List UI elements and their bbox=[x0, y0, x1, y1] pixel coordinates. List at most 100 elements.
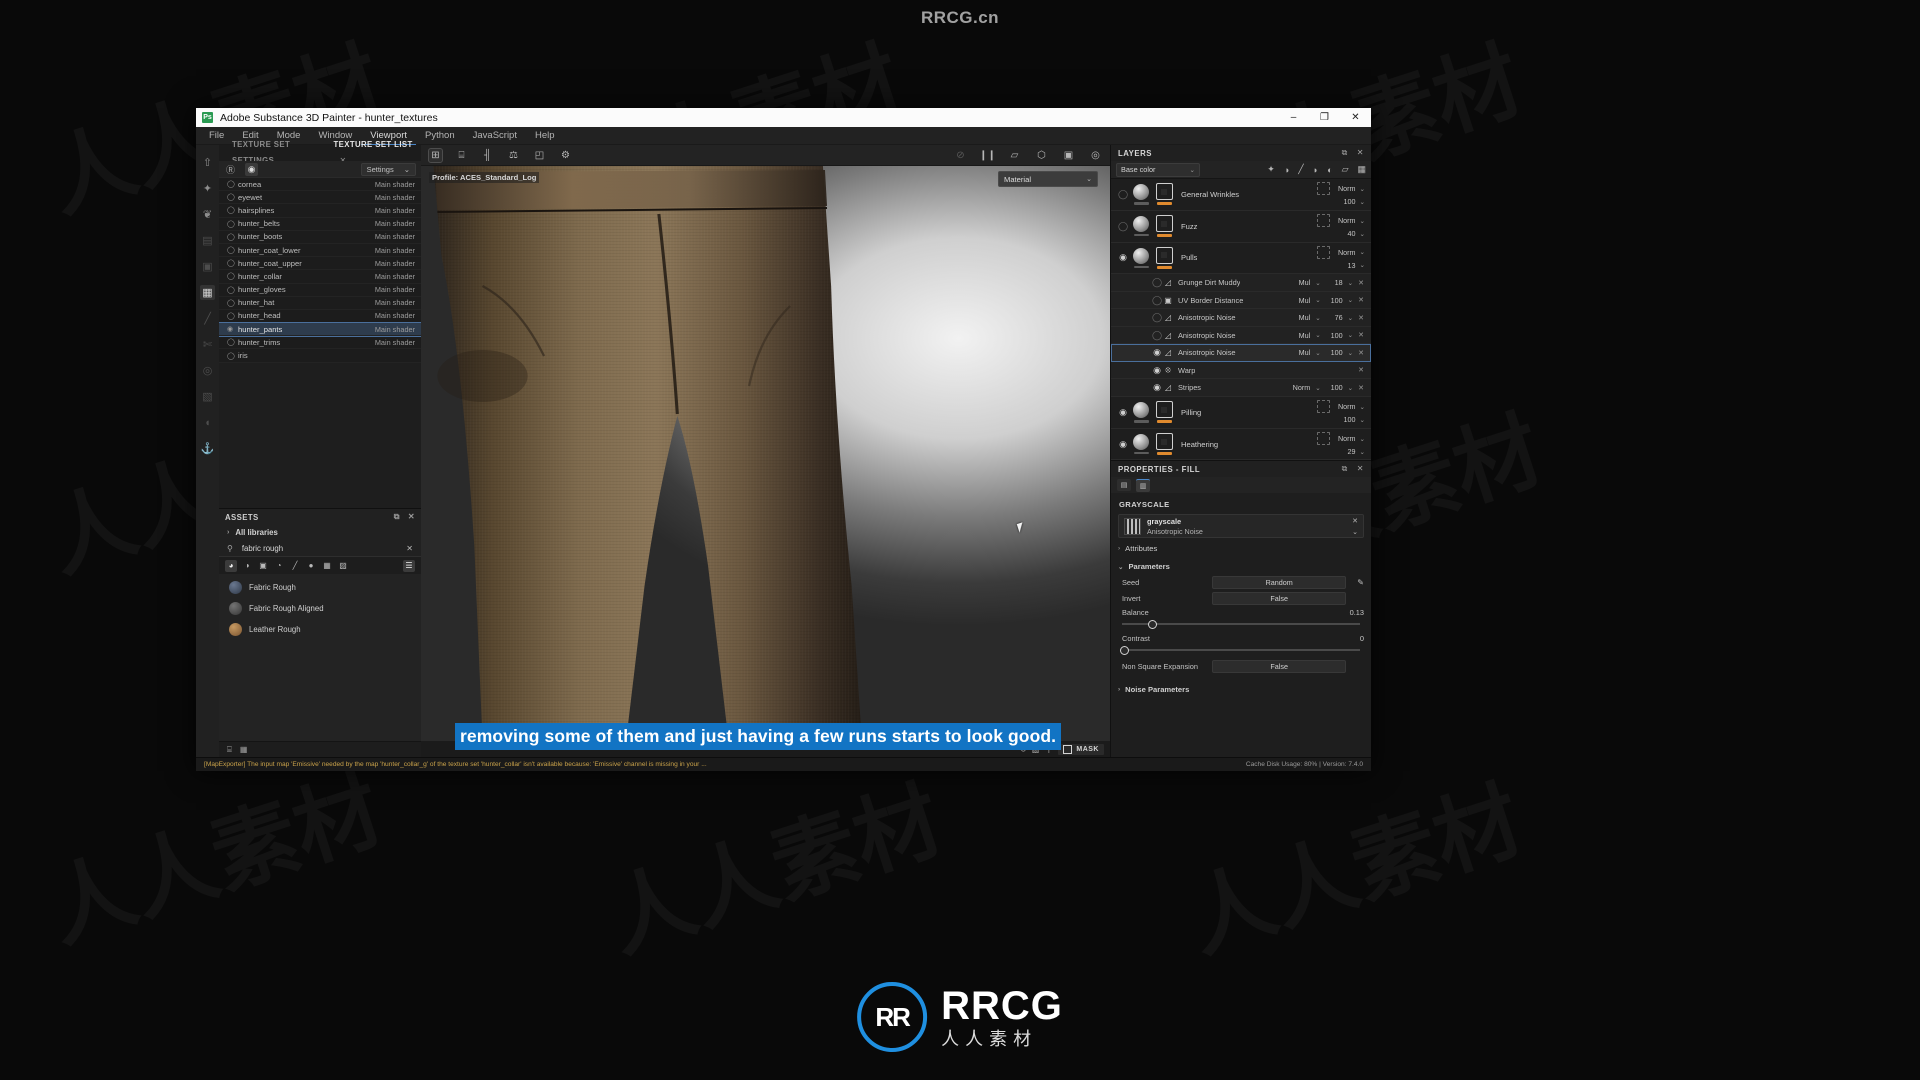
blend-mode[interactable]: Norm bbox=[1338, 216, 1356, 225]
layer-row[interactable]: ◉ Heathering Norm ⌄ 29 ⌄ bbox=[1111, 429, 1371, 461]
menu-help[interactable]: Help bbox=[526, 127, 564, 144]
filter-environments-icon[interactable]: ▨ bbox=[337, 560, 349, 572]
layer-opacity[interactable]: 29 bbox=[1339, 447, 1356, 456]
effect-row[interactable]: ◯ ◿ Anisotropic Noise Mul ⌄ 76 ⌄ ✕ bbox=[1111, 309, 1371, 327]
effect-opacity[interactable]: 100 bbox=[1326, 348, 1343, 357]
visibility-icon[interactable]: ◯ bbox=[227, 259, 236, 267]
smudge-icon[interactable]: ◖ bbox=[200, 415, 215, 430]
float-icon[interactable]: ⧉ bbox=[394, 512, 400, 522]
settings-gear-icon[interactable]: ⚙ bbox=[559, 149, 572, 162]
filter-smart-masks-icon[interactable]: ◔ bbox=[273, 560, 285, 572]
table-row[interactable]: ◯ eyewet Main shader bbox=[219, 191, 421, 205]
shelf-icon[interactable]: ▦ bbox=[200, 285, 215, 300]
blend-mode[interactable]: Mul bbox=[1299, 278, 1311, 287]
list-item[interactable]: Fabric Rough Aligned bbox=[219, 598, 421, 619]
visibility-icon[interactable]: ◉ bbox=[1117, 407, 1129, 418]
smart-material-icon[interactable]: ❦ bbox=[200, 207, 215, 222]
visibility-icon[interactable]: ◯ bbox=[227, 220, 236, 228]
close-button[interactable]: ✕ bbox=[1340, 108, 1371, 127]
paint-brush-icon[interactable]: ╱ bbox=[200, 311, 215, 326]
clear-resource-icon[interactable]: ✕ bbox=[1352, 517, 1358, 525]
material-properties-tab[interactable]: ▤ bbox=[1117, 479, 1131, 492]
blend-mode[interactable]: Mul bbox=[1299, 331, 1311, 340]
filter-alphas-icon[interactable]: ● bbox=[305, 560, 317, 572]
remove-effect-icon[interactable]: ✕ bbox=[1358, 279, 1364, 287]
effect-row[interactable]: ◉ ⦻ Warp ✕ bbox=[1111, 361, 1371, 380]
shading-icon[interactable]: ⬡ bbox=[1035, 149, 1048, 162]
search-input[interactable] bbox=[239, 542, 400, 554]
table-row[interactable]: ◯ iris bbox=[219, 349, 421, 363]
table-row[interactable]: ◯ hunter_hat Main shader bbox=[219, 297, 421, 310]
visibility-icon[interactable]: ◯ bbox=[1151, 312, 1163, 323]
visibility-icon[interactable]: ◯ bbox=[1151, 277, 1163, 288]
chevron-down-icon[interactable]: ⌄ bbox=[1352, 528, 1358, 536]
projection-icon[interactable]: ◎ bbox=[200, 363, 215, 378]
balance-slider[interactable] bbox=[1122, 620, 1360, 630]
effect-row[interactable]: ◯ ◿ Grunge Dirt Muddy Mul ⌄ 18 ⌄ ✕ bbox=[1111, 274, 1371, 292]
table-row[interactable]: ◯ hunter_collar Main shader bbox=[219, 270, 421, 284]
parameters-accordion[interactable]: ⌄ Parameters bbox=[1111, 556, 1371, 574]
remove-effect-icon[interactable]: ✕ bbox=[1358, 314, 1364, 322]
visibility-icon[interactable]: ◯ bbox=[227, 338, 236, 346]
add-paint-layer-icon[interactable]: ╱ bbox=[1298, 164, 1303, 175]
table-row[interactable]: ◯ hunter_gloves Main shader bbox=[219, 284, 421, 297]
view-toggle-icon[interactable]: ☰ bbox=[403, 559, 415, 572]
pause-engine-icon[interactable]: ❙❙ bbox=[979, 149, 996, 162]
delete-layer-icon[interactable]: ▦ bbox=[1357, 164, 1366, 175]
visibility-icon[interactable]: ◯ bbox=[227, 193, 236, 201]
remove-effect-icon[interactable]: ✕ bbox=[1358, 296, 1364, 304]
effect-opacity[interactable]: 100 bbox=[1326, 331, 1343, 340]
layer-row[interactable]: ◯ General Wrinkles Norm ⌄ 100 ⌄ bbox=[1111, 179, 1371, 211]
table-row[interactable]: ◯ hunter_belts Main shader bbox=[219, 218, 421, 231]
table-row[interactable]: ◯ hunter_boots Main shader bbox=[219, 231, 421, 244]
layer-opacity[interactable]: 13 bbox=[1339, 261, 1356, 270]
visibility-icon[interactable]: ◉ bbox=[1151, 347, 1163, 358]
invert-toggle-button[interactable]: False bbox=[1212, 592, 1347, 606]
slider-knob[interactable] bbox=[1119, 646, 1129, 656]
visibility-icon[interactable]: ◯ bbox=[227, 352, 236, 360]
effect-row-selected[interactable]: ◉ ◿ Anisotropic Noise Mul ⌄ 100 ⌄ ✕ bbox=[1111, 344, 1371, 362]
float-icon[interactable]: ⧉ bbox=[1342, 148, 1348, 158]
remove-effect-icon[interactable]: ✕ bbox=[1358, 384, 1364, 392]
contrast-slider[interactable] bbox=[1119, 646, 1360, 656]
remove-effect-icon[interactable]: ✕ bbox=[1358, 349, 1364, 357]
clear-search-icon[interactable]: ✕ bbox=[406, 544, 413, 553]
filter-materials-icon[interactable]: ◕ bbox=[225, 559, 237, 572]
edit-pencil-icon[interactable]: ✎ bbox=[1357, 578, 1364, 587]
visibility-icon[interactable]: ◯ bbox=[1151, 330, 1163, 341]
slider-knob[interactable] bbox=[1148, 620, 1158, 630]
export-icon[interactable]: ⇧ bbox=[200, 155, 215, 170]
perspective-camera-icon[interactable]: ▱ bbox=[1008, 149, 1021, 162]
texture-set-icon[interactable]: ▤ bbox=[200, 233, 215, 248]
close-icon[interactable]: ✕ bbox=[408, 512, 415, 522]
visibility-icon[interactable]: ◉ bbox=[1117, 252, 1129, 263]
visibility-icon[interactable]: ◯ bbox=[227, 272, 236, 280]
filter-masks-icon[interactable]: ▣ bbox=[257, 560, 269, 572]
layer-row[interactable]: ◉ Pilling Norm ⌄ 100 ⌄ bbox=[1111, 397, 1371, 429]
grayscale-resource-slot[interactable]: grayscale Anisotropic Noise ✕ ⌄ bbox=[1118, 514, 1364, 539]
effect-row[interactable]: ◯ ◿ Anisotropic Noise Mul ⌄ 100 ⌄ ✕ bbox=[1111, 326, 1371, 345]
effect-slot-icon[interactable] bbox=[1316, 245, 1330, 259]
table-row[interactable]: ◯ hunter_coat_upper Main shader bbox=[219, 257, 421, 271]
seed-random-button[interactable]: Random bbox=[1212, 576, 1347, 590]
reset-icon[interactable]: Ⓡ bbox=[224, 163, 237, 176]
list-item[interactable]: Leather Rough bbox=[219, 619, 421, 640]
table-row[interactable]: ◯ hunter_coat_lower Main shader bbox=[219, 244, 421, 258]
toggle-view-icon[interactable]: ⊞ bbox=[428, 147, 443, 163]
balance-icon[interactable]: ⚖ bbox=[507, 149, 520, 162]
visibility-icon[interactable]: ◉ bbox=[1151, 382, 1163, 393]
list-view-icon[interactable]: ⌸ bbox=[227, 745, 232, 755]
blend-mode[interactable]: Norm bbox=[1338, 184, 1356, 193]
visibility-icon[interactable]: ◉ bbox=[1151, 365, 1163, 376]
filter-smart-materials-icon[interactable]: ◑ bbox=[241, 560, 253, 572]
visibility-icon[interactable]: ◯ bbox=[1151, 295, 1163, 306]
visibility-icon[interactable]: ◯ bbox=[1117, 221, 1129, 232]
blend-mode[interactable]: Mul bbox=[1299, 348, 1311, 357]
visibility-icon[interactable]: ◯ bbox=[1117, 189, 1129, 200]
add-fill-layer-icon[interactable]: ◗ bbox=[1313, 165, 1318, 175]
add-effect-icon[interactable]: ✦ bbox=[1267, 164, 1275, 175]
bake-icon[interactable]: ✦ bbox=[200, 181, 215, 196]
material-selector[interactable]: Material ⌄ bbox=[998, 171, 1098, 187]
close-icon[interactable]: ✕ bbox=[1357, 148, 1364, 158]
visibility-icon[interactable]: ◉ bbox=[1117, 439, 1129, 450]
